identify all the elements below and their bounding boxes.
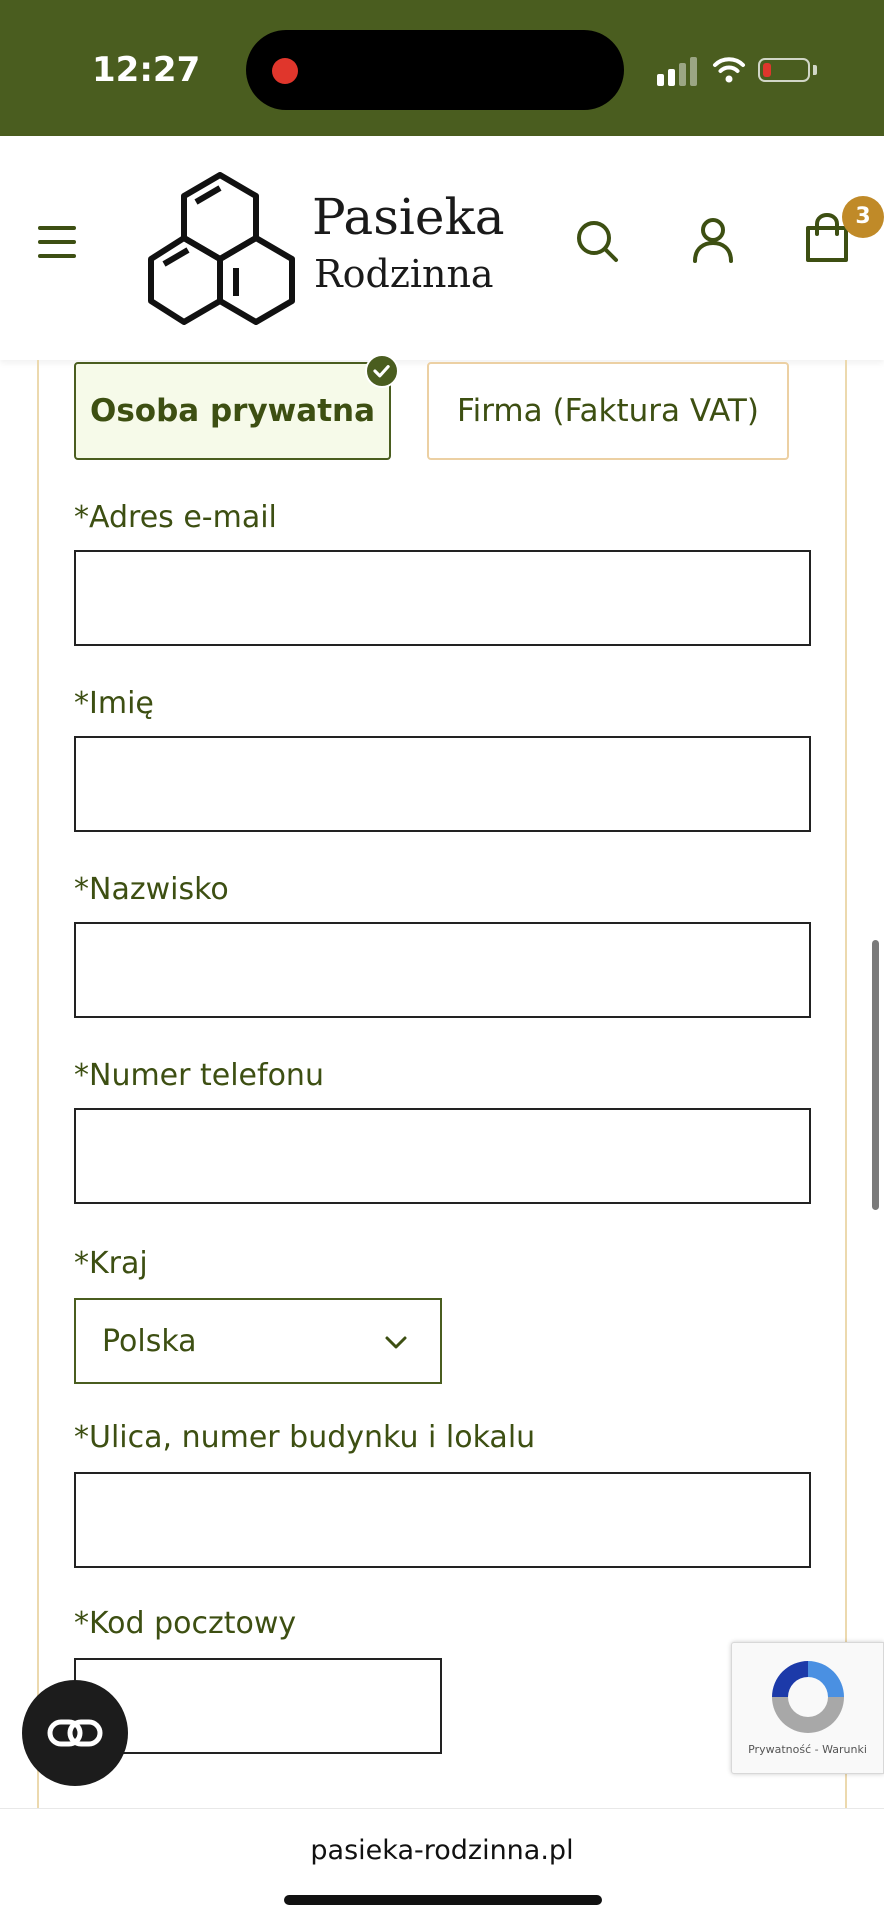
street-field[interactable]	[74, 1472, 811, 1568]
dynamic-island	[246, 30, 624, 110]
check-icon	[365, 354, 399, 388]
phone-label: *Numer telefonu	[74, 1058, 324, 1093]
scrollbar[interactable]	[872, 940, 879, 1210]
wifi-icon	[713, 57, 745, 83]
recaptcha-badge[interactable]: Prywatność - Warunki	[731, 1642, 884, 1774]
option-private-label: Osoba prywatna	[89, 393, 376, 429]
menu-icon[interactable]	[38, 226, 76, 258]
recaptcha-links[interactable]: Prywatność - Warunki	[732, 1743, 883, 1756]
recaptcha-icon	[772, 1661, 844, 1733]
first-name-field[interactable]	[74, 736, 811, 832]
option-company-label: Firma (Faktura VAT)	[457, 393, 759, 429]
status-time: 12:27	[92, 50, 201, 90]
floating-chat-button[interactable]	[22, 1680, 128, 1786]
chevron-down-icon	[385, 1336, 407, 1349]
option-company-vat[interactable]: Firma (Faktura VAT)	[427, 362, 789, 460]
recording-indicator-icon	[272, 58, 298, 84]
status-bar: 12:27	[0, 0, 884, 136]
url-text[interactable]: pasieka-rodzinna.pl	[0, 1835, 884, 1866]
search-icon[interactable]	[574, 218, 620, 264]
country-select-value: Polska	[102, 1324, 197, 1359]
account-icon[interactable]	[690, 216, 736, 264]
battery-icon	[758, 58, 810, 82]
country-label: *Kraj	[74, 1246, 148, 1281]
cart-count-badge: 3	[842, 196, 884, 238]
browser-url-bar[interactable]: pasieka-rodzinna.pl	[0, 1808, 884, 1921]
link-chat-icon	[47, 1719, 103, 1747]
street-label: *Ulica, numer budynku i lokalu	[74, 1420, 536, 1455]
postal-code-label: *Kod pocztowy	[74, 1606, 297, 1641]
home-indicator[interactable]	[284, 1895, 602, 1905]
country-select[interactable]: Polska	[74, 1298, 442, 1384]
option-private-person[interactable]: Osoba prywatna	[74, 362, 391, 460]
last-name-field[interactable]	[74, 922, 811, 1018]
email-label: *Adres e-mail	[74, 500, 277, 535]
postal-code-field[interactable]	[74, 1658, 442, 1754]
email-field[interactable]	[74, 550, 811, 646]
honeycomb-logo-icon[interactable]	[148, 172, 300, 327]
site-header: Pasieka Rodzinna 3	[0, 136, 884, 360]
logo-title[interactable]: Pasieka	[312, 188, 505, 246]
logo-subtitle[interactable]: Rodzinna	[314, 252, 494, 296]
cellular-signal-icon	[657, 56, 699, 86]
phone-field[interactable]	[74, 1108, 811, 1204]
first-name-label: *Imię	[74, 686, 154, 721]
last-name-label: *Nazwisko	[74, 872, 229, 907]
